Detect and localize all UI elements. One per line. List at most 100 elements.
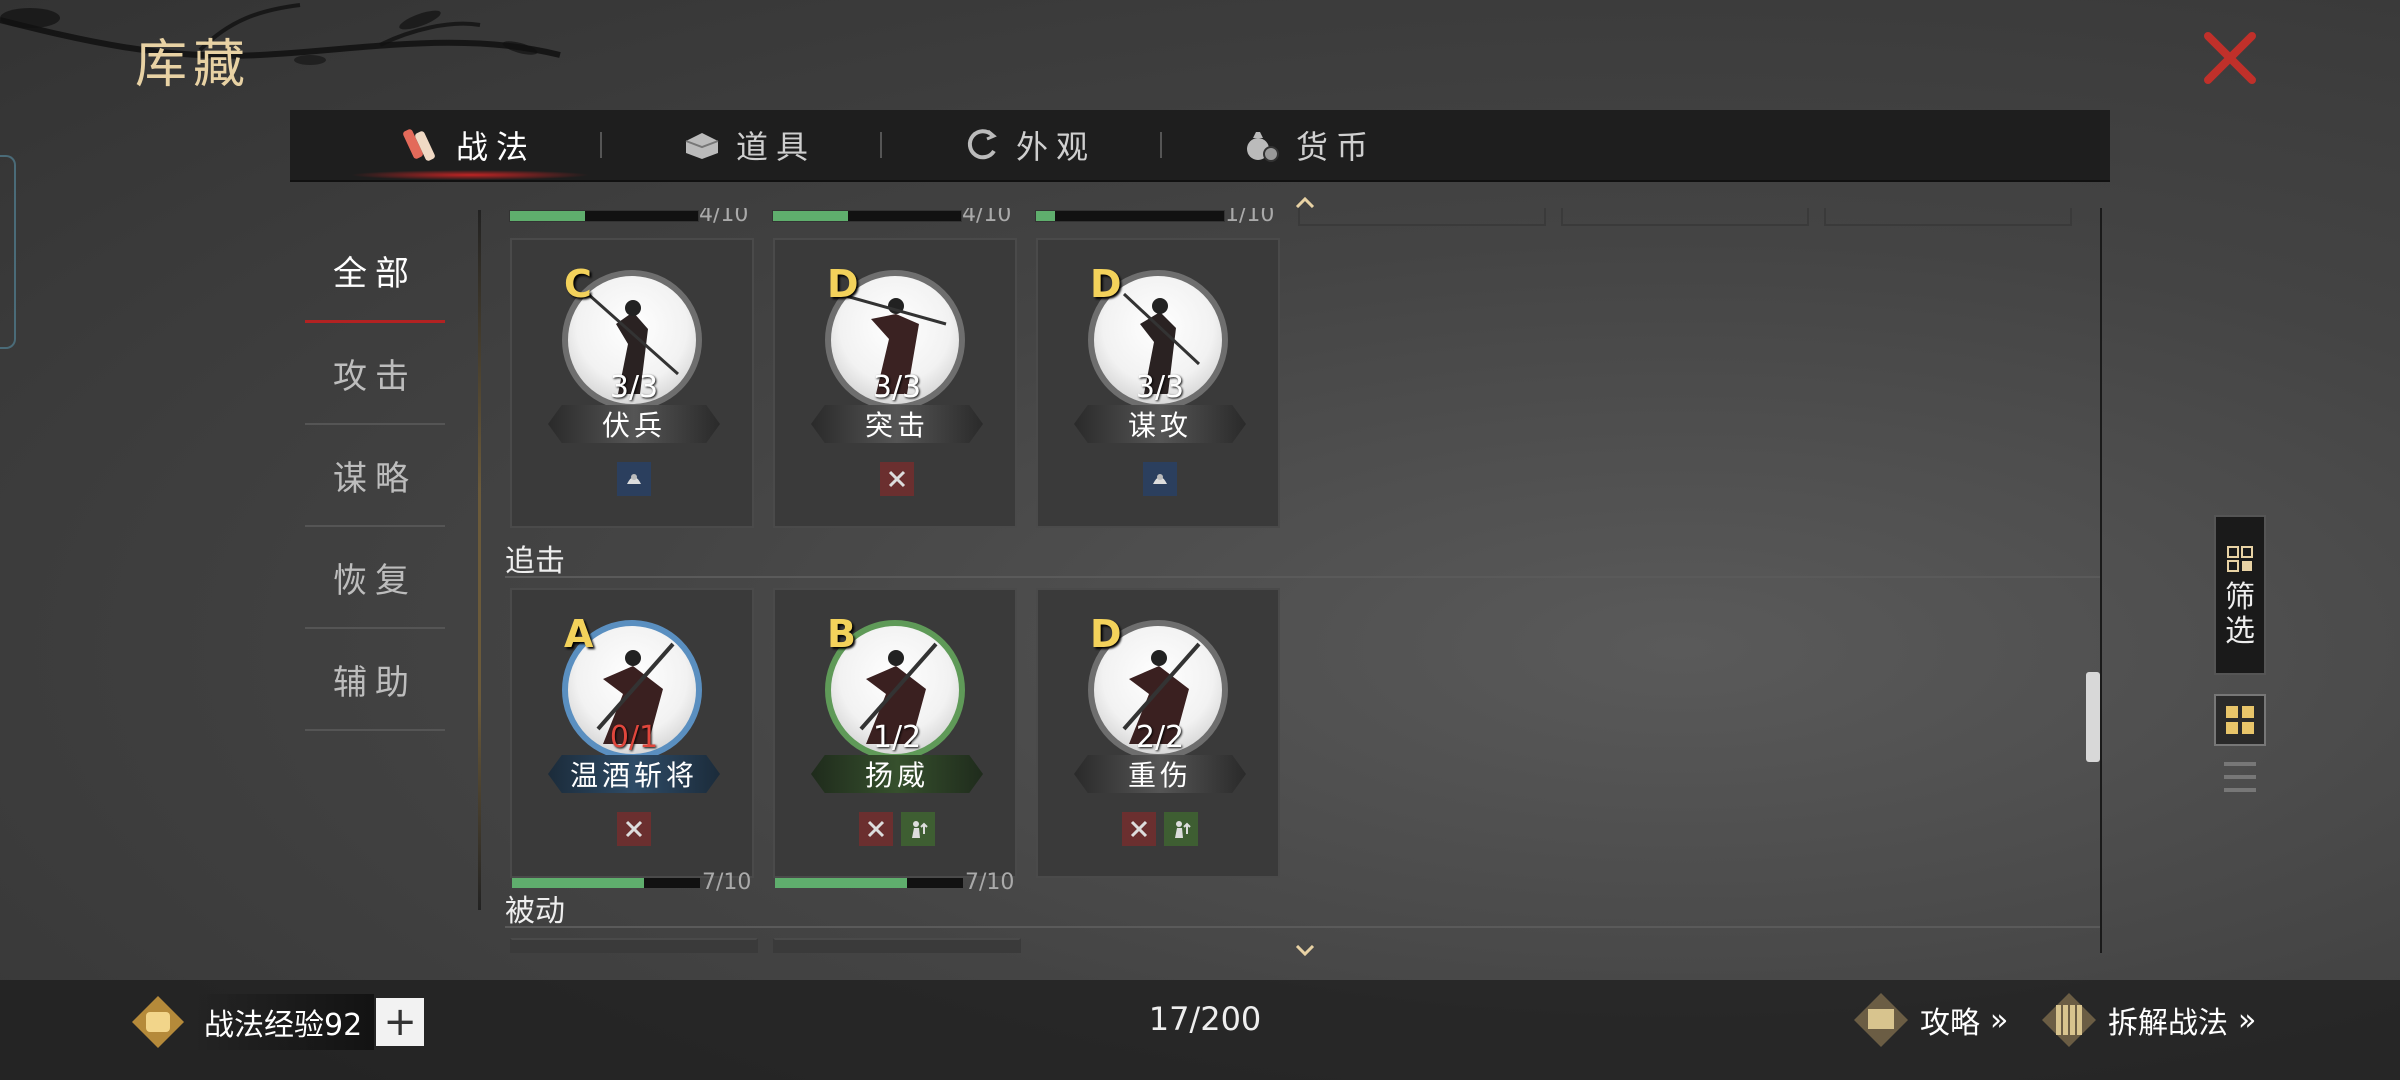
capacity-counter: 17/200 — [1148, 1000, 1262, 1038]
tab-divider — [1160, 132, 1162, 158]
tactics-grid[interactable]: 4/10 4/10 1/10 C 3/3 伏兵 D 3/3 突击 D 3/3 谋… — [505, 208, 2105, 953]
grade-badge: D — [827, 262, 859, 306]
tab-tactics[interactable]: 战法 — [400, 110, 536, 180]
tactic-card[interactable]: A 0/1 温酒斩将 7/10 — [510, 588, 756, 895]
dismantle-scroll-icon — [2042, 993, 2096, 1047]
buff-icon — [1164, 812, 1198, 846]
dismantle-tactic-button[interactable]: 拆解战法 » — [2040, 990, 2256, 1050]
scrollbar-thumb[interactable] — [2086, 672, 2100, 762]
count-label: 3/3 — [609, 370, 659, 405]
filter-grid-icon — [2227, 546, 2253, 572]
main-tab-bar: 战法 道具 外观 货币 — [290, 110, 2110, 182]
category-all[interactable]: 全部 — [305, 220, 445, 323]
tab-items[interactable]: 道具 — [680, 110, 816, 180]
empty-slot — [1298, 208, 1546, 226]
category-divider — [478, 210, 481, 910]
partial-card — [773, 938, 1021, 953]
category-strategy[interactable]: 谋略 — [305, 425, 445, 527]
tag-list — [1038, 462, 1282, 496]
add-exp-button[interactable]: + — [376, 998, 425, 1046]
scroll-up-icon[interactable] — [1295, 196, 1315, 208]
section-header-passive: 被动 — [505, 886, 2100, 929]
guide-label: 攻略 — [1920, 1006, 1980, 1041]
tab-label: 外观 — [1016, 128, 1097, 166]
tactic-name: 温酒斩将 — [548, 755, 720, 793]
swirl-icon — [960, 123, 1004, 167]
tab-label: 战法 — [456, 128, 537, 166]
scroll-down-icon[interactable] — [1295, 945, 1315, 957]
dismantle-label: 拆解战法 — [2108, 1006, 2228, 1041]
partial-card — [510, 938, 758, 953]
count-label: 3/3 — [1135, 370, 1185, 405]
attack-icon — [617, 812, 651, 846]
filter-button[interactable]: 筛选 — [2214, 515, 2266, 675]
tag-list — [775, 462, 1019, 496]
count-label: 1/2 — [872, 720, 922, 755]
close-icon[interactable] — [2200, 28, 2260, 88]
tactic-name: 扬威 — [811, 755, 983, 793]
tab-appearance[interactable]: 外观 — [960, 110, 1096, 180]
count-label: 2/2 — [1135, 720, 1185, 755]
attack-icon — [859, 812, 893, 846]
tag-list — [512, 462, 756, 496]
grade-badge: C — [564, 262, 592, 306]
money-bag-icon — [1240, 123, 1284, 167]
tab-currency[interactable]: 货币 — [1240, 110, 1376, 180]
list-view-icon[interactable] — [2222, 758, 2258, 796]
tag-list — [775, 812, 1019, 846]
count-label: 0/1 — [609, 720, 659, 755]
progress-fill — [510, 211, 586, 221]
progress-text: 1/10 — [1225, 208, 1275, 227]
progress-text: 4/10 — [699, 208, 749, 227]
strategy-icon — [1143, 462, 1177, 496]
attack-icon — [1122, 812, 1156, 846]
category-support[interactable]: 辅助 — [305, 629, 445, 731]
side-drawer-handle[interactable] — [0, 155, 16, 349]
empty-slot — [1824, 208, 2072, 226]
scroll-track — [2100, 208, 2102, 953]
category-attack[interactable]: 攻击 — [305, 323, 445, 425]
guide-book-icon — [1854, 993, 1908, 1047]
grade-badge: A — [564, 612, 594, 656]
grid-view-toggle[interactable] — [2214, 694, 2266, 746]
double-chevron-right-icon: » — [2238, 1002, 2257, 1038]
tactic-name: 谋攻 — [1074, 405, 1246, 443]
tactic-card[interactable]: B 1/2 扬威 7/10 — [773, 588, 1019, 895]
tactic-name: 重伤 — [1074, 755, 1246, 793]
tactic-name: 伏兵 — [548, 405, 720, 443]
page-title: 库藏 — [135, 35, 252, 95]
progress-fill — [773, 211, 849, 221]
strategy-icon — [617, 462, 651, 496]
buff-icon — [901, 812, 935, 846]
grade-badge: B — [827, 612, 856, 656]
tag-list — [1038, 812, 1282, 846]
progress-fill — [1036, 211, 1055, 221]
grid-view-icon — [2226, 706, 2254, 734]
tactic-card[interactable]: D 2/2 重伤 — [1036, 588, 1280, 878]
exp-fist-icon — [132, 996, 184, 1048]
tab-divider — [600, 132, 602, 158]
category-list: 全部 攻击 谋略 恢复 辅助 — [305, 220, 445, 731]
tactic-card[interactable]: D 3/3 突击 — [773, 238, 1017, 528]
tab-label: 货币 — [1296, 128, 1377, 166]
double-chevron-right-icon: » — [1990, 1002, 2009, 1038]
empty-slot — [1561, 208, 1809, 226]
tab-label: 道具 — [736, 128, 817, 166]
grade-badge: D — [1090, 612, 1122, 656]
filter-label: 筛选 — [2225, 580, 2255, 649]
tactic-card[interactable]: D 3/3 谋攻 — [1036, 238, 1280, 528]
scroll-bundle-icon — [400, 123, 444, 167]
tactic-exp: 战法经验92 + — [130, 992, 425, 1052]
tab-divider — [880, 132, 882, 158]
tactic-name: 突击 — [811, 405, 983, 443]
category-recovery[interactable]: 恢复 — [305, 527, 445, 629]
exp-label: 战法经验92 — [192, 994, 375, 1050]
section-header-pursuit: 追击 — [505, 536, 2100, 579]
tag-list — [512, 812, 756, 846]
chest-icon — [680, 123, 724, 167]
attack-icon — [880, 462, 914, 496]
guide-button[interactable]: 攻略 » — [1852, 990, 2008, 1050]
count-label: 3/3 — [872, 370, 922, 405]
tactic-card[interactable]: C 3/3 伏兵 — [510, 238, 754, 528]
grade-badge: D — [1090, 262, 1122, 306]
